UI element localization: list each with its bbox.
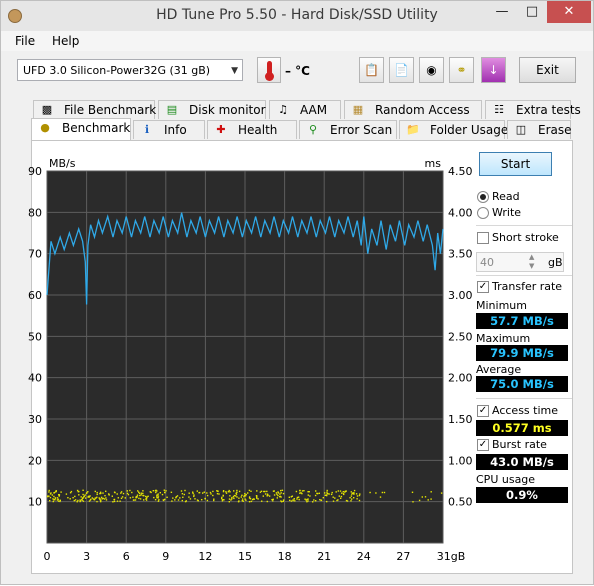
copy-icon: 📋 [364,63,379,77]
tab-info[interactable]: ℹ Info [133,120,205,139]
temperature-value: – °C [285,64,310,78]
menu-file[interactable]: File [15,34,35,48]
disk-monitor-icon: ▤ [166,103,178,116]
copy-info-button[interactable]: 📋 [359,57,384,83]
speaker-icon: ♫ [278,103,288,116]
average-label: Average [476,363,522,376]
magnifier-icon: ⚲ [308,123,318,136]
divider [476,225,572,226]
access-time-value: 0.577 ms [476,420,568,436]
short-stroke-unit: gB [548,256,563,269]
short-stroke-checkbox[interactable] [477,232,489,244]
drive-select[interactable]: UFD 3.0 Silicon-Power32G (31 gB) ▼ [17,59,243,81]
spinner-down-icon[interactable]: ▼ [529,262,534,270]
tab-disk-monitor[interactable]: ▤ Disk monitor [158,100,266,119]
benchmark-icon: ● [40,121,50,134]
divider [476,275,572,276]
tab-label: Random Access [375,103,470,117]
tab-label: Health [238,123,278,137]
cpu-usage-label: CPU usage [476,473,536,486]
tab-aam[interactable]: ♫ AAM [269,100,341,119]
burst-rate-value: 43.0 MB/s [476,454,568,470]
start-button[interactable]: Start [479,152,552,176]
info-icon: ℹ [144,123,150,136]
tabs-bottom-row: ● Benchmark ℹ Info ✚ Health ⚲ Error Scan… [31,118,573,140]
extra-tests-icon: ☷ [494,103,504,116]
chain-icon: ⚭ [456,63,467,77]
read-radio[interactable] [477,191,489,203]
tab-label: Folder Usage [430,123,509,137]
random-access-icon: ▦ [352,103,364,116]
tab-label: Info [164,123,187,137]
file-benchmark-icon: ▩ [41,103,53,116]
minimize-button[interactable]: — [487,1,517,23]
title-bar: HD Tune Pro 5.50 - Hard Disk/SSD Utility… [1,1,593,31]
average-value: 75.0 MB/s [476,376,568,392]
tab-label: Disk monitor [189,103,266,117]
tab-health[interactable]: ✚ Health [207,120,297,139]
divider [476,398,572,399]
download-arrow-icon: ↓ [488,63,499,77]
camera-icon: ◉ [426,63,437,77]
burst-rate-checkbox[interactable]: ✓ [477,439,489,451]
write-label: Write [492,206,522,219]
trash-icon: ◫ [515,123,527,136]
tab-random-access[interactable]: ▦ Random Access [344,100,482,119]
tab-label: Extra tests [516,103,581,117]
drive-select-value: UFD 3.0 Silicon-Power32G (31 gB) [23,64,211,77]
app-window: HD Tune Pro 5.50 - Hard Disk/SSD Utility… [0,0,594,585]
minimum-label: Minimum [476,299,527,312]
tab-erase[interactable]: ◫ Erase [507,120,572,139]
tab-label: Benchmark [62,121,131,135]
exit-button[interactable]: Exit [519,57,576,83]
cpu-usage-value: 0.9% [476,487,568,503]
read-label: Read [492,190,520,203]
copy-text-icon: 📄 [394,63,409,77]
tab-file-benchmark[interactable]: ▩ File Benchmark [33,100,157,119]
tabs-top-row: ▩ File Benchmark ▤ Disk monitor ♫ AAM ▦ … [31,100,581,120]
transfer-rate-label: Transfer rate [492,280,563,293]
screenshot-button[interactable]: ◉ [419,57,444,83]
minimum-value: 57.7 MB/s [476,313,568,329]
access-time-checkbox[interactable]: ✓ [477,405,489,417]
transfer-rate-checkbox[interactable]: ✓ [477,281,489,293]
maximum-label: Maximum [476,332,531,345]
copy-text-button[interactable]: 📄 [389,57,414,83]
short-stroke-label: Short stroke [492,231,559,244]
tab-label: AAM [300,103,328,117]
tab-extra-tests[interactable]: ☷ Extra tests [485,100,581,119]
chevron-down-icon: ▼ [231,66,238,76]
folder-icon: 📁 [406,123,420,136]
tab-error-scan[interactable]: ⚲ Error Scan [299,120,397,139]
tab-label: Error Scan [330,123,393,137]
health-icon: ✚ [216,123,226,136]
short-stroke-value: 40 [480,256,494,269]
menu-help[interactable]: Help [52,34,79,48]
thermometer-bulb [265,72,274,81]
maximum-value: 79.9 MB/s [476,345,568,361]
burst-rate-label: Burst rate [492,438,547,451]
tab-benchmark[interactable]: ● Benchmark [31,118,131,140]
access-time-label: Access time [492,404,559,417]
short-stroke-spinner[interactable]: 40 ▲ ▼ gB [476,252,564,272]
close-button[interactable]: ✕ [547,1,591,23]
save-button[interactable]: ↓ [481,57,506,83]
menu-bar: File Help [1,31,593,51]
tab-folder-usage[interactable]: 📁 Folder Usage [399,120,509,139]
write-radio[interactable] [477,207,489,219]
tab-label: Erase [538,123,572,137]
toolbar: UFD 3.0 Silicon-Power32G (31 gB) ▼ – °C … [1,53,593,91]
spinner-up-icon[interactable]: ▲ [529,253,534,261]
temperature-button[interactable] [257,57,281,83]
maximize-button[interactable]: □ [517,1,547,23]
options-button[interactable]: ⚭ [449,57,474,83]
tab-label: File Benchmark [64,103,157,117]
